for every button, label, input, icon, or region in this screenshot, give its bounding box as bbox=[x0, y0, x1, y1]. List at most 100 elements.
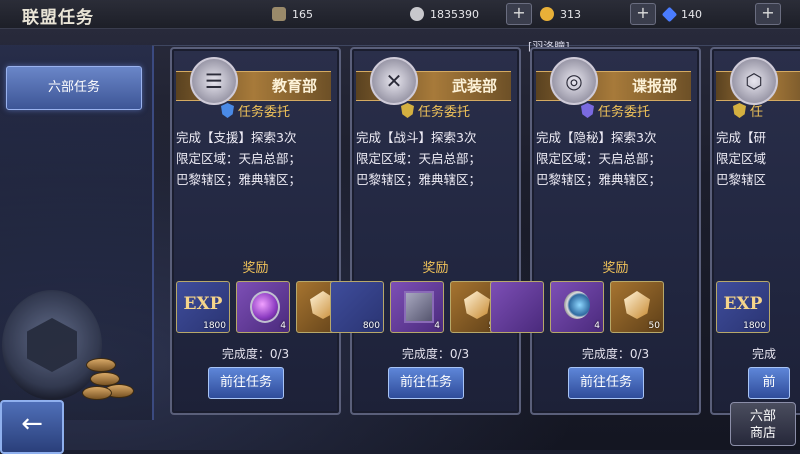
task-card-armament: 武装部 ✕ 任务委托 完成【战斗】探索3次 限定区域：天启总部； 巴黎辖区；雅典… bbox=[330, 47, 521, 415]
back-arrow-icon: ← bbox=[21, 409, 43, 439]
hexagon-emblem-icon: ⬡ bbox=[745, 69, 763, 93]
silver-coin-value: 1835390 bbox=[430, 7, 479, 21]
resource-diamond: 140 bbox=[661, 4, 702, 24]
reward-label: 奖励 bbox=[602, 261, 629, 276]
coin-pile-decoration bbox=[80, 350, 150, 410]
shop-label-line2: 商店 bbox=[749, 426, 776, 441]
crystal-icon bbox=[464, 291, 490, 319]
tab-six-department-tasks[interactable]: 六部任务 bbox=[6, 66, 142, 110]
resource-hex-token: 165 bbox=[272, 4, 313, 24]
task-subtitle: 任务委托 bbox=[538, 101, 693, 123]
completion-progress: 完成度：0/3 bbox=[401, 347, 470, 361]
shield-icon bbox=[220, 103, 234, 118]
desc-line: 限定区域：天启总部； bbox=[176, 151, 302, 166]
desc-line: 巴黎辖区；雅典辖区； bbox=[176, 172, 302, 187]
exp-label: EXP bbox=[183, 294, 223, 314]
item-qty: 4 bbox=[434, 321, 440, 331]
desc-line: 限定区域：天启总部； bbox=[536, 151, 662, 166]
department-badge: ☰ bbox=[190, 57, 238, 105]
coin-icon bbox=[86, 358, 116, 372]
crystal-icon bbox=[624, 291, 650, 319]
gold-coin-icon bbox=[540, 7, 554, 21]
desc-line: 限定区域 bbox=[716, 151, 767, 166]
item-qty: 4 bbox=[594, 321, 600, 331]
orb-icon bbox=[250, 291, 280, 323]
item-qty: 1800 bbox=[743, 321, 766, 331]
add-gold-button[interactable]: + bbox=[630, 3, 656, 25]
item-qty: 800 bbox=[362, 321, 380, 331]
department-badge: ✕ bbox=[370, 57, 418, 105]
desc-line: 完成【支援】探索3次 bbox=[176, 130, 297, 145]
desc-line: 完成【隐秘】探索3次 bbox=[536, 130, 657, 145]
shield-icon bbox=[400, 103, 414, 118]
crossed-rifles-icon: ✕ bbox=[385, 69, 403, 93]
shield-icon bbox=[732, 103, 746, 118]
reward-item-partial[interactable] bbox=[490, 281, 544, 333]
task-description: 完成【战斗】探索3次 限定区域：天启总部； 巴黎辖区；雅典辖区； bbox=[356, 127, 514, 190]
reward-items: 800 4 50 bbox=[330, 281, 514, 333]
reward-items: EXP 1800 4 bbox=[176, 281, 334, 333]
diamond-icon bbox=[661, 6, 678, 22]
resource-silver-coin: 1835390 bbox=[410, 4, 479, 24]
top-bar: 联盟任务 165 1835390 + 313 + 140 + bbox=[0, 0, 800, 29]
task-card-intelligence: 谍报部 ◎ 任务委托 完成【隐秘】探索3次 限定区域：天启总部； 巴黎辖区；雅典… bbox=[490, 47, 701, 415]
subtitle-text: 任务委托 bbox=[237, 105, 290, 120]
exp-label: EXP bbox=[723, 294, 763, 314]
item-qty: 1800 bbox=[203, 321, 226, 331]
task-description: 完成【支援】探索3次 限定区域：天启总部； 巴黎辖区；雅典辖区； bbox=[176, 127, 334, 190]
shop-label-line1: 六部 bbox=[749, 409, 776, 424]
six-department-shop-button[interactable]: 六部 商店 bbox=[730, 402, 796, 446]
reward-label: 奖励 bbox=[242, 261, 269, 276]
department-name: 谍报部 bbox=[631, 77, 677, 95]
subtitle-text: 任务委托 bbox=[417, 105, 470, 120]
department-badge: ◎ bbox=[550, 57, 598, 105]
item-qty: 50 bbox=[648, 321, 660, 331]
reward-label: 奖励 bbox=[422, 261, 449, 276]
task-card-research: ⬡ 任 完成【研 限定区域 巴黎辖区 EXP 1800 完成 前 bbox=[710, 47, 800, 415]
reward-item-scope-lens[interactable]: 4 bbox=[550, 281, 604, 333]
reward-item-orb[interactable]: 4 bbox=[236, 281, 290, 333]
task-subtitle: 任 bbox=[718, 101, 778, 123]
shield-icon bbox=[580, 103, 594, 118]
reward-item-exp-partial[interactable]: 800 bbox=[330, 281, 384, 333]
reward-item-crystal[interactable] bbox=[296, 281, 334, 333]
desc-line: 巴黎辖区 bbox=[716, 172, 767, 187]
scope-lens-icon bbox=[564, 291, 590, 319]
subtitle-text: 任务委托 bbox=[597, 105, 650, 120]
crosshair-icon: ◎ bbox=[565, 69, 583, 93]
reward-item-crystal[interactable]: 50 bbox=[610, 281, 664, 333]
gold-coin-value: 313 bbox=[560, 7, 581, 21]
back-button[interactable]: ← bbox=[0, 400, 64, 454]
reward-item-exp[interactable]: EXP 1800 bbox=[716, 281, 770, 333]
completion-progress: 完成度：0/3 bbox=[581, 347, 650, 361]
coin-icon bbox=[82, 386, 112, 400]
education-emblem-icon: ☰ bbox=[205, 69, 223, 93]
department-name: 武装部 bbox=[451, 77, 497, 95]
desc-line: 巴黎辖区；雅典辖区； bbox=[536, 172, 662, 187]
subtitle-text: 任 bbox=[749, 105, 763, 120]
desc-line: 巴黎辖区；雅典辖区； bbox=[356, 172, 482, 187]
supply-box-icon bbox=[404, 291, 434, 323]
page-title: 联盟任务 bbox=[22, 8, 94, 28]
add-silver-button[interactable]: + bbox=[506, 3, 532, 25]
desc-line: 完成【战斗】探索3次 bbox=[356, 130, 477, 145]
hex-token-icon bbox=[272, 7, 286, 21]
hex-token-value: 165 bbox=[292, 7, 313, 21]
reward-item-exp[interactable]: EXP 1800 bbox=[176, 281, 230, 333]
go-to-task-button[interactable]: 前 bbox=[748, 367, 790, 399]
item-qty: 4 bbox=[280, 321, 286, 331]
add-diamond-button[interactable]: + bbox=[755, 3, 781, 25]
reward-items: EXP 1800 bbox=[716, 281, 800, 333]
department-badge: ⬡ bbox=[730, 57, 778, 105]
task-description: 完成【隐秘】探索3次 限定区域：天启总部； 巴黎辖区；雅典辖区； bbox=[536, 127, 694, 190]
task-description: 完成【研 限定区域 巴黎辖区 bbox=[716, 127, 800, 190]
go-to-task-button[interactable]: 前往任务 bbox=[388, 367, 464, 399]
silver-coin-icon bbox=[410, 7, 424, 21]
completion-progress: 完成度：0/3 bbox=[221, 347, 290, 361]
go-to-task-button[interactable]: 前往任务 bbox=[208, 367, 284, 399]
go-to-task-button[interactable]: 前往任务 bbox=[568, 367, 644, 399]
reward-items: 4 50 bbox=[490, 281, 694, 333]
emblem-core bbox=[27, 318, 77, 372]
completion-progress: 完成 bbox=[752, 347, 777, 361]
reward-item-supply-box[interactable]: 4 bbox=[390, 281, 444, 333]
